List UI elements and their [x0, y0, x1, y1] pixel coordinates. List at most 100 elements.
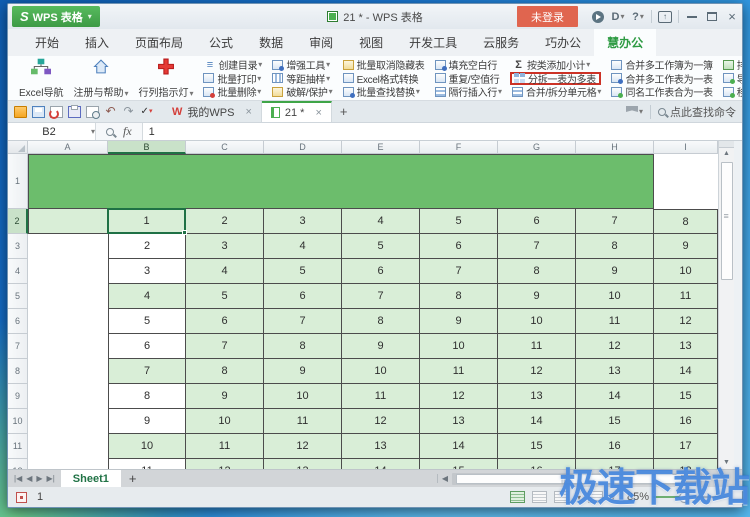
column-header-A[interactable]: A: [28, 141, 108, 154]
cell-C4[interactable]: 4: [186, 259, 264, 284]
close-button[interactable]: ×: [723, 9, 741, 25]
cell-A5[interactable]: [28, 284, 108, 309]
fx-button[interactable]: fx: [123, 124, 132, 139]
cell-A8[interactable]: [28, 359, 108, 384]
tab-公式[interactable]: 公式: [196, 29, 246, 56]
column-header-D[interactable]: D: [264, 141, 342, 154]
cell-B7[interactable]: 6: [108, 334, 186, 359]
cell-E7[interactable]: 9: [342, 334, 420, 359]
cell-F7[interactable]: 10: [420, 334, 498, 359]
close-tab-icon[interactable]: ×: [315, 107, 321, 119]
cell-H9[interactable]: 14: [576, 384, 654, 409]
ribbon-button-合并多工作表为一表[interactable]: 合并多工作表为一表: [611, 72, 713, 86]
cell-I6[interactable]: 12: [654, 309, 718, 334]
row-header-10[interactable]: 10: [8, 409, 28, 434]
cell-B6[interactable]: 5: [108, 309, 186, 334]
tab-插入[interactable]: 插入: [72, 29, 122, 56]
cell-E3[interactable]: 5: [342, 234, 420, 259]
last-sheet-button[interactable]: ▶|: [47, 474, 55, 483]
cell-F8[interactable]: 11: [420, 359, 498, 384]
cell-A7[interactable]: [28, 334, 108, 359]
ribbon-button-批量查找替换[interactable]: 批量查找替换 ▾: [342, 85, 425, 99]
vertical-scrollbar[interactable]: ▲ ▼: [718, 141, 734, 469]
select-all-corner[interactable]: [8, 141, 28, 154]
cell-C10[interactable]: 10: [186, 409, 264, 434]
ribbon-button-隔行插入行[interactable]: 隔行插入行 ▾: [434, 85, 502, 99]
cell-I3[interactable]: 9: [654, 234, 718, 259]
cell-D7[interactable]: 8: [264, 334, 342, 359]
cell-C12[interactable]: 12: [186, 459, 264, 469]
cell-I8[interactable]: 14: [654, 359, 718, 384]
save-icon[interactable]: [32, 105, 45, 118]
normal-view-button[interactable]: [509, 491, 525, 503]
ribbon-button-填充空白行[interactable]: 填充空白行: [434, 58, 503, 72]
tab-巧办公[interactable]: 巧办公: [532, 29, 594, 56]
cell-G8[interactable]: 12: [498, 359, 576, 384]
column-header-C[interactable]: C: [186, 141, 264, 154]
cell-A2[interactable]: [28, 209, 108, 234]
column-header-G[interactable]: G: [498, 141, 576, 154]
register-help-button[interactable]: 注册与帮助▾: [68, 56, 133, 100]
cell-C2[interactable]: 2: [186, 209, 264, 234]
cell-F6[interactable]: 9: [420, 309, 498, 334]
ribbon-button-重复/空值行[interactable]: 重复/空值行: [434, 72, 503, 86]
tab-页面布局[interactable]: 页面布局: [122, 29, 196, 56]
cell-C3[interactable]: 3: [186, 234, 264, 259]
doc-tab-21 *[interactable]: 21 * ×: [261, 101, 332, 122]
cell-H8[interactable]: 13: [576, 359, 654, 384]
print-preview-icon[interactable]: [86, 105, 100, 119]
add-sheet-button[interactable]: +: [121, 470, 145, 487]
cell-B12[interactable]: 11: [108, 459, 186, 469]
login-button[interactable]: 未登录: [517, 6, 578, 27]
cell-I7[interactable]: 13: [654, 334, 718, 359]
cell-H10[interactable]: 15: [576, 409, 654, 434]
cell-A6[interactable]: [28, 309, 108, 334]
cell-F3[interactable]: 6: [420, 234, 498, 259]
cell-B11[interactable]: 10: [108, 434, 186, 459]
row-header-5[interactable]: 5: [8, 284, 28, 309]
formula-input[interactable]: 1: [142, 123, 742, 140]
theme-skin-icon[interactable]: D ▾: [609, 9, 627, 25]
help-icon[interactable]: ? ▾: [629, 9, 647, 25]
cell-G7[interactable]: 11: [498, 334, 576, 359]
ribbon-button-增强工具[interactable]: 增强工具 ▾: [272, 58, 332, 72]
cell-E4[interactable]: 6: [342, 259, 420, 284]
redo-icon[interactable]: ↷: [122, 105, 135, 118]
tab-开始[interactable]: 开始: [22, 29, 72, 56]
cell-H6[interactable]: 11: [576, 309, 654, 334]
ribbon-button-等距抽样[interactable]: 等距抽样 ▾: [272, 72, 332, 86]
cell-H7[interactable]: 12: [576, 334, 654, 359]
sync-icon[interactable]: [589, 9, 607, 25]
cell-H3[interactable]: 8: [576, 234, 654, 259]
row-header-2[interactable]: 2: [8, 209, 28, 234]
cell-B10[interactable]: 9: [108, 409, 186, 434]
wps-app-menu-button[interactable]: S WPS 表格 ▾: [12, 6, 100, 27]
cell-C9[interactable]: 9: [186, 384, 264, 409]
cell-E9[interactable]: 11: [342, 384, 420, 409]
cell-B8[interactable]: 7: [108, 359, 186, 384]
ribbon-button-合并多工作簿为一簿[interactable]: 合并多工作簿为一簿: [611, 58, 713, 72]
cell-F12[interactable]: 15: [420, 459, 498, 469]
next-sheet-button[interactable]: ▶: [36, 474, 42, 483]
cell-I11[interactable]: 17: [654, 434, 718, 459]
page-break-view-button[interactable]: [531, 491, 547, 503]
minimize-button[interactable]: [683, 9, 701, 25]
cell-C5[interactable]: 5: [186, 284, 264, 309]
cell-F10[interactable]: 13: [420, 409, 498, 434]
open-icon[interactable]: [14, 105, 27, 118]
cell-C6[interactable]: 6: [186, 309, 264, 334]
cell-C8[interactable]: 8: [186, 359, 264, 384]
scroll-left-arrow[interactable]: ◀: [436, 474, 452, 483]
close-tab-icon[interactable]: ×: [245, 106, 251, 118]
doc-tab-我的WPS[interactable]: W 我的WPS ×: [163, 101, 262, 122]
row-header-7[interactable]: 7: [8, 334, 28, 359]
cell-I5[interactable]: 11: [654, 284, 718, 309]
cell-H2[interactable]: 7: [576, 209, 654, 234]
ribbon-button-排序工作[interactable]: 排序工作: [722, 58, 742, 72]
cell-A10[interactable]: [28, 409, 108, 434]
cell-I1[interactable]: [654, 154, 718, 209]
first-sheet-button[interactable]: |◀: [14, 474, 22, 483]
cell-B3[interactable]: 2: [108, 234, 186, 259]
cell-A12[interactable]: [28, 459, 108, 469]
cell-E6[interactable]: 8: [342, 309, 420, 334]
